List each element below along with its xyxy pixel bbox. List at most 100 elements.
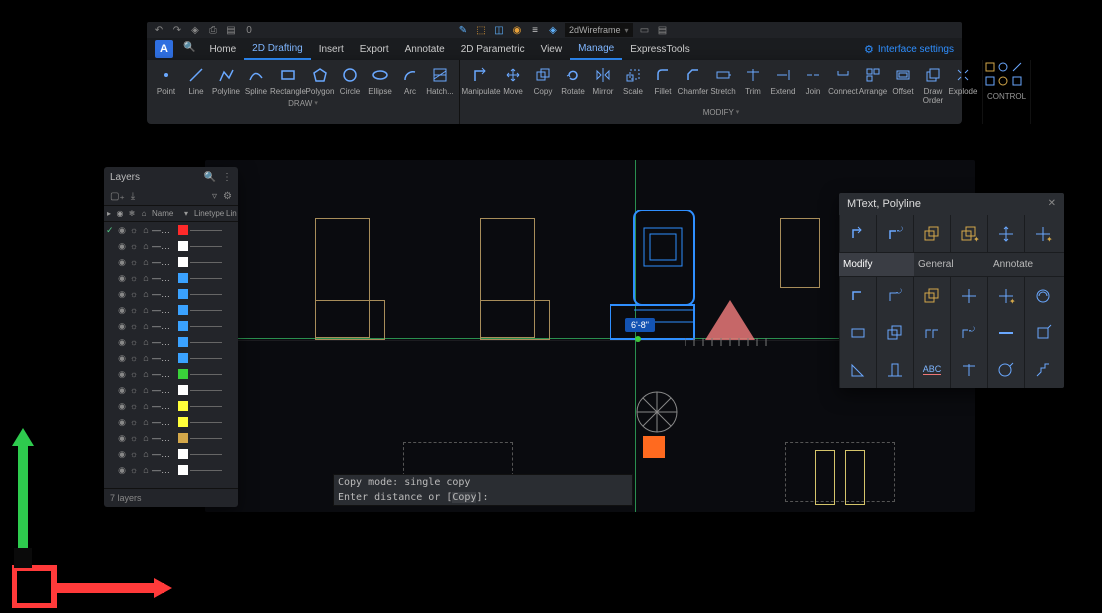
control-icons[interactable] [985, 62, 1023, 74]
freeze-icon[interactable]: ☼ [128, 369, 140, 379]
ctx-move-star[interactable]: ✦ [1024, 215, 1061, 252]
layer-row[interactable]: ◉☼⌂——— [104, 398, 238, 414]
lock-icon[interactable]: ⌂ [140, 401, 152, 411]
lock-icon[interactable]: ⌂ [140, 369, 152, 379]
freeze-icon[interactable]: ☼ [128, 433, 140, 443]
ctx-tab-general[interactable]: General [914, 253, 989, 276]
layer-row[interactable]: ✓◉☼⌂——— [104, 222, 238, 238]
print-icon[interactable]: ⎙ [207, 24, 219, 36]
freeze-icon[interactable]: ☼ [128, 241, 140, 251]
lock-icon[interactable]: ⌂ [140, 385, 152, 395]
ctx-tool[interactable] [950, 277, 987, 314]
toggle-icon[interactable]: ▤ [657, 24, 669, 36]
visibility-icon[interactable]: ◉ [116, 465, 128, 476]
menu-view[interactable]: View [533, 38, 571, 60]
drawing-object[interactable] [780, 218, 820, 288]
lock-icon[interactable]: ⌂ [140, 353, 152, 363]
layer-row[interactable]: ◉☼⌂——— [104, 238, 238, 254]
tool-icon[interactable]: ◫ [493, 24, 505, 36]
visibility-icon[interactable]: ◉ [116, 225, 128, 236]
ctx-move[interactable] [987, 215, 1024, 252]
tool-move[interactable]: Move [498, 62, 528, 106]
visibility-icon[interactable]: ◉ [116, 433, 128, 444]
menu-2d-parametric[interactable]: 2D Parametric [453, 38, 533, 60]
ctx-tool[interactable] [839, 351, 876, 388]
ctx-tool[interactable]: ⤾ [950, 314, 987, 351]
tool-mirror[interactable]: Mirror [588, 62, 618, 106]
lock-icon[interactable]: ⌂ [140, 289, 152, 299]
menu-annotate[interactable]: Annotate [397, 38, 453, 60]
menu-manage[interactable]: Manage [570, 38, 622, 60]
compass-symbol[interactable] [635, 390, 679, 437]
ctx-tool[interactable] [876, 351, 913, 388]
freeze-icon[interactable]: ❄ [126, 206, 138, 221]
visibility-icon[interactable]: ◉ [116, 241, 128, 252]
freeze-icon[interactable]: ☼ [128, 321, 140, 331]
ctx-tab-modify[interactable]: Modify [839, 253, 914, 276]
search-icon[interactable]: 🔍 [204, 172, 216, 183]
ctx-tool[interactable] [950, 351, 987, 388]
more-icon[interactable]: ⋮ [222, 172, 232, 183]
drawing-object[interactable] [785, 442, 895, 502]
ctx-copy-star[interactable]: ✦ [950, 215, 987, 252]
tool-icon[interactable]: ✎ [457, 24, 469, 36]
save-icon[interactable]: ▤ [225, 24, 237, 36]
lock-icon[interactable]: ⌂ [140, 337, 152, 347]
tool-copy[interactable]: Copy [528, 62, 558, 106]
tool-fillet[interactable]: Fillet [648, 62, 678, 106]
freeze-icon[interactable]: ☼ [128, 289, 140, 299]
visibility-icon[interactable]: ◉ [116, 321, 128, 332]
ctx-tab-annotate[interactable]: Annotate [989, 253, 1064, 276]
drawing-object[interactable] [705, 300, 755, 343]
close-icon[interactable]: ✕ [1048, 198, 1056, 210]
ctx-tool[interactable] [1024, 314, 1061, 351]
layer-row[interactable]: ◉☼⌂——— [104, 254, 238, 270]
freeze-icon[interactable]: ☼ [128, 465, 140, 475]
drawing-object[interactable] [643, 436, 665, 458]
drawing-object[interactable] [480, 300, 550, 340]
tool-extend[interactable]: Extend [768, 62, 798, 106]
visibility-icon[interactable]: ◉ [116, 257, 128, 268]
menu-2d-drafting[interactable]: 2D Drafting [244, 38, 311, 60]
tool-explode[interactable]: Explode [948, 62, 978, 106]
tool-draw-order[interactable]: Draw Order [918, 62, 948, 106]
layer-row[interactable]: ◉☼⌂——— [104, 270, 238, 286]
app-logo[interactable]: A [155, 40, 173, 58]
freeze-icon[interactable]: ☼ [128, 353, 140, 363]
layer-row[interactable]: ◉☼⌂——— [104, 350, 238, 366]
freeze-icon[interactable]: ☼ [128, 225, 140, 235]
command-line[interactable]: Copy mode: single copy Enter distance or… [333, 474, 633, 506]
ctx-tool[interactable]: ✦ [987, 277, 1024, 314]
lock-icon[interactable]: ⌂ [140, 225, 152, 235]
drawing-object[interactable] [315, 300, 385, 340]
lock-icon[interactable]: ⌂ [140, 321, 152, 331]
tool-offset[interactable]: Offset [888, 62, 918, 106]
filter-icon[interactable]: ▿ [212, 191, 217, 202]
toggle-icon[interactable]: ▭ [639, 24, 651, 36]
tool-stretch[interactable]: Stretch [708, 62, 738, 106]
ctx-copy[interactable] [913, 215, 950, 252]
tool-arc[interactable]: Arc [395, 62, 425, 97]
visibility-icon[interactable]: ◉ [116, 449, 128, 460]
visibility-icon[interactable]: ◉ [116, 305, 128, 316]
visibility-icon[interactable]: ◉ [116, 273, 128, 284]
freeze-icon[interactable]: ☼ [128, 257, 140, 267]
layer-row[interactable]: ◉☼⌂——— [104, 334, 238, 350]
freeze-icon[interactable]: ☼ [128, 417, 140, 427]
wireframe-mode-select[interactable]: 2dWireframe▾ [565, 23, 633, 37]
menu-home[interactable]: Home [201, 38, 244, 60]
menu-express-tools[interactable]: ExpressTools [622, 38, 697, 60]
lock-icon[interactable]: ⌂ [140, 449, 152, 459]
bulb-icon[interactable]: ◉ [114, 206, 126, 221]
visibility-icon[interactable]: ◉ [116, 417, 128, 428]
tool-spline[interactable]: Spline [241, 62, 271, 97]
tool-hatch[interactable]: Hatch... [425, 62, 455, 97]
download-icon[interactable]: ⤓ [131, 191, 135, 202]
freeze-icon[interactable]: ☼ [128, 305, 140, 315]
drawing-object[interactable] [815, 450, 835, 505]
tool-arrange[interactable]: Arrange [858, 62, 888, 106]
tool-icon[interactable]: ◉ [511, 24, 523, 36]
tool-line[interactable]: Line [181, 62, 211, 97]
layer-row[interactable]: ◉☼⌂——— [104, 430, 238, 446]
search-icon[interactable]: 🔍 [177, 38, 201, 60]
